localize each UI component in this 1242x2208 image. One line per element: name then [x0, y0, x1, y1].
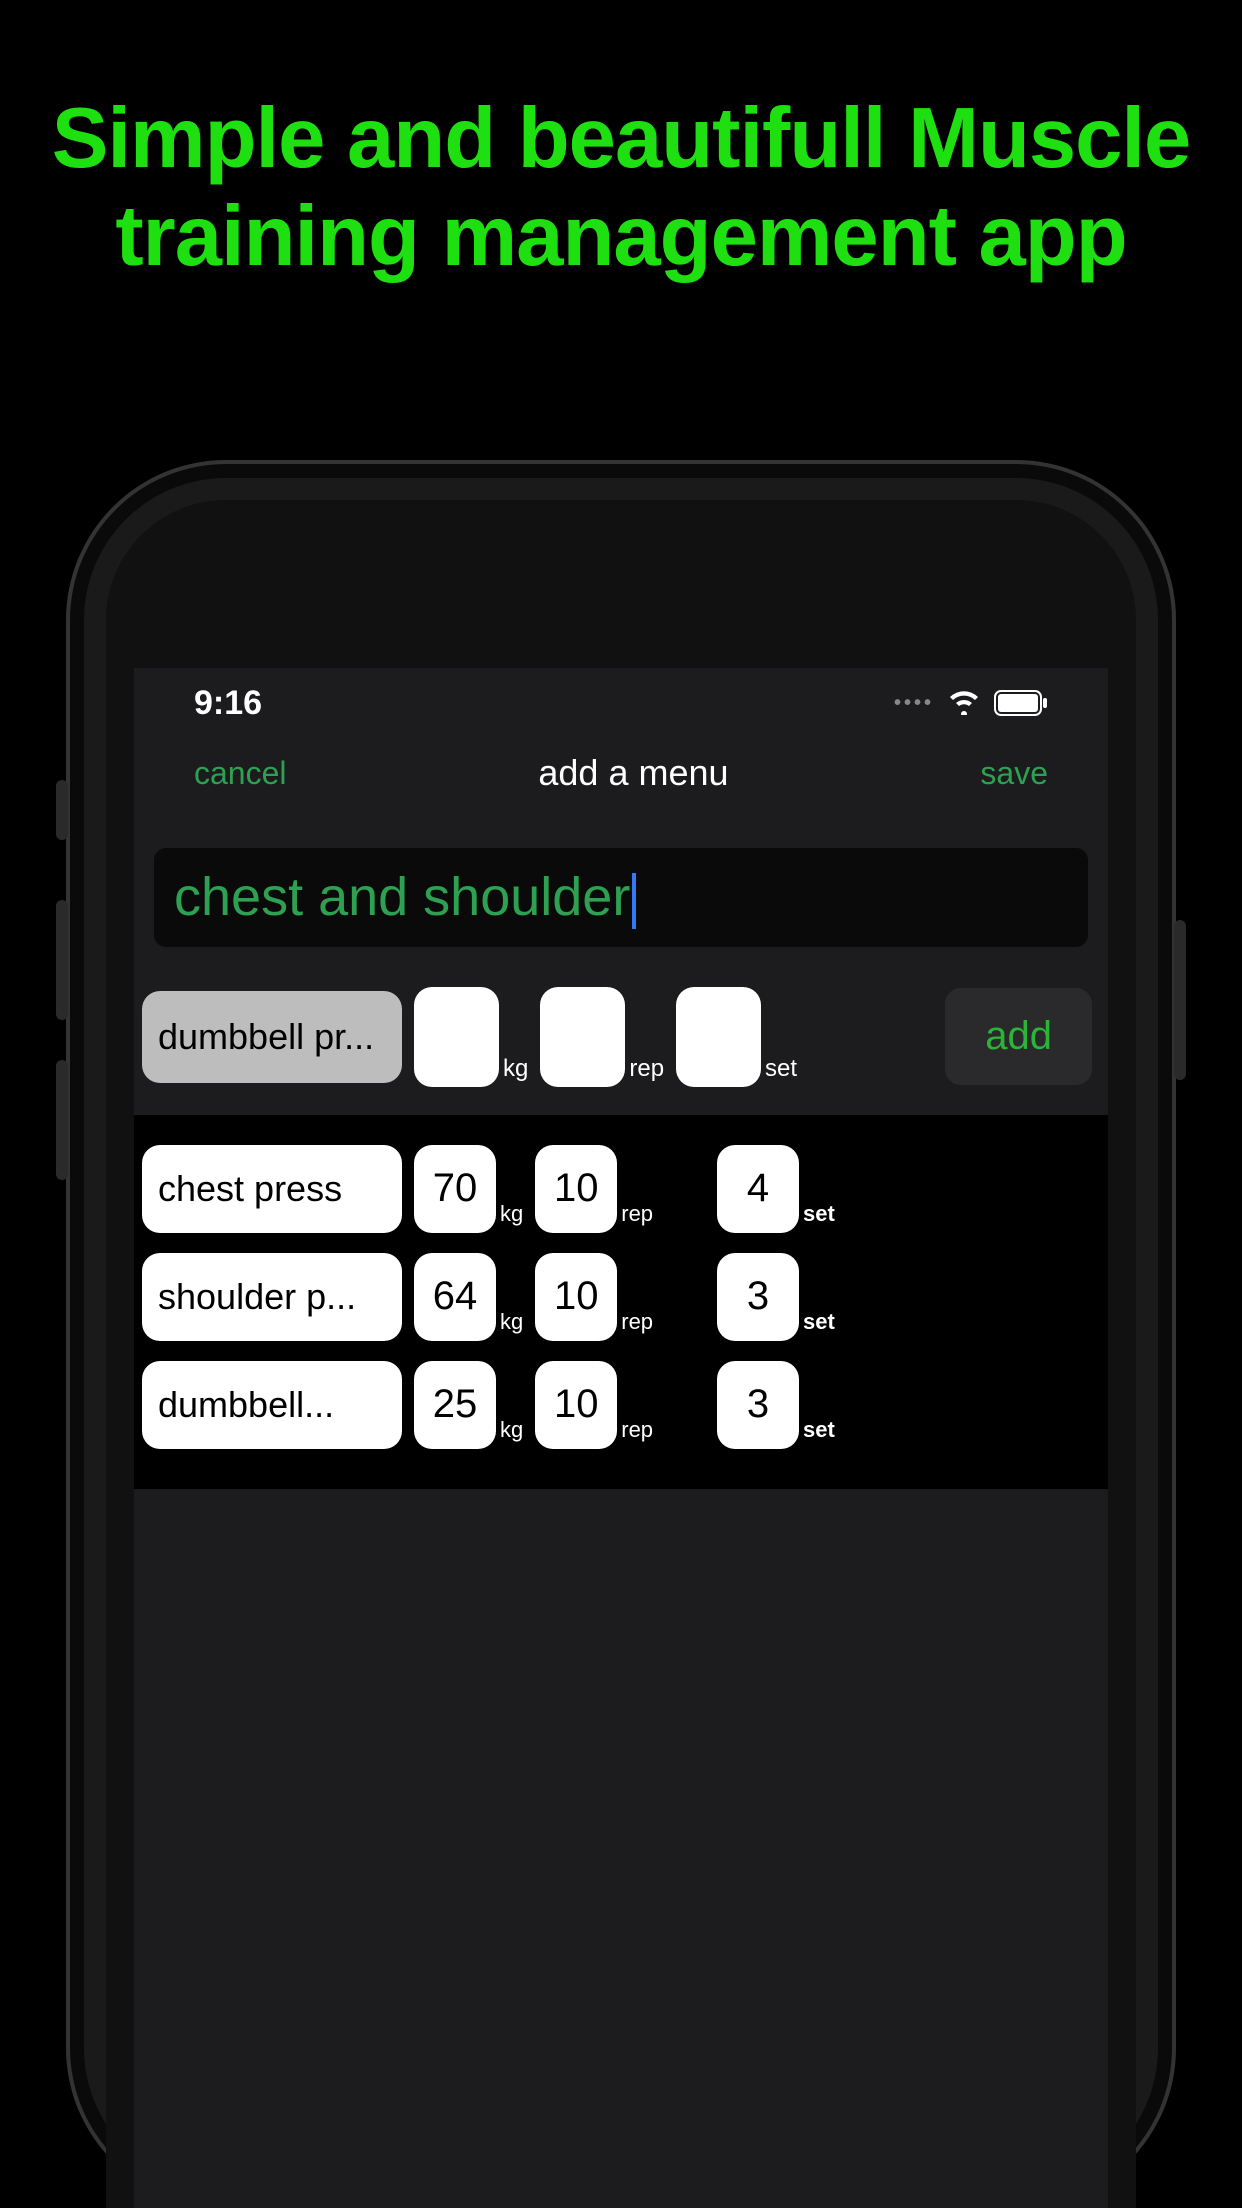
page-title: add a menu [538, 752, 728, 794]
reps-input[interactable] [540, 987, 625, 1087]
menu-name-value: chest and shoulder [174, 867, 630, 927]
exercise-weight[interactable]: 25 [414, 1361, 496, 1449]
phone-side-button [1174, 920, 1186, 1080]
rep-label: rep [621, 1309, 653, 1341]
exercise-reps[interactable]: 10 [535, 1145, 617, 1233]
cellular-icon: •••• [894, 692, 934, 715]
cancel-button[interactable]: cancel [194, 755, 287, 792]
app-screen: 9:16 •••• cancel add a menu save [134, 668, 1108, 2208]
exercise-list: chest press 70 kg 10 rep 4 set [134, 1115, 1108, 1489]
kg-label: kg [500, 1417, 523, 1449]
set-label: set [765, 1055, 797, 1087]
menu-name-input[interactable]: chest and shoulder [154, 848, 1088, 947]
empty-area [134, 1489, 1108, 2208]
add-button[interactable]: add [945, 988, 1092, 1085]
battery-icon [994, 690, 1048, 716]
wifi-icon [948, 691, 980, 715]
rep-label: rep [621, 1201, 653, 1233]
exercise-name[interactable]: chest press [142, 1145, 402, 1233]
exercise-sets[interactable]: 3 [717, 1361, 799, 1449]
exercise-row: chest press 70 kg 10 rep 4 set [142, 1135, 1100, 1243]
set-label: set [803, 1309, 835, 1341]
exercise-reps[interactable]: 10 [535, 1253, 617, 1341]
kg-label: kg [500, 1309, 523, 1341]
phone-frame: 9:16 •••• cancel add a menu save [66, 460, 1176, 2208]
exercise-sets[interactable]: 3 [717, 1253, 799, 1341]
weight-input[interactable] [414, 987, 499, 1087]
nav-header: cancel add a menu save [134, 738, 1108, 808]
sets-input[interactable] [676, 987, 761, 1087]
exercise-row: shoulder p... 64 kg 10 rep 3 set [142, 1243, 1100, 1351]
set-label: set [803, 1201, 835, 1233]
new-exercise-form: dumbbell pr... kg rep set add [134, 947, 1108, 1115]
exercise-sets[interactable]: 4 [717, 1145, 799, 1233]
exercise-name[interactable]: shoulder p... [142, 1253, 402, 1341]
rep-label: rep [629, 1055, 664, 1087]
exercise-row: dumbbell... 25 kg 10 rep 3 set [142, 1351, 1100, 1459]
status-bar: 9:16 •••• [134, 668, 1108, 738]
exercise-weight[interactable]: 70 [414, 1145, 496, 1233]
phone-side-button [56, 900, 68, 1020]
rep-label: rep [621, 1417, 653, 1449]
exercise-name[interactable]: dumbbell... [142, 1361, 402, 1449]
save-button[interactable]: save [980, 755, 1048, 792]
phone-side-button [56, 1060, 68, 1180]
exercise-reps[interactable]: 10 [535, 1361, 617, 1449]
exercise-weight[interactable]: 64 [414, 1253, 496, 1341]
kg-label: kg [500, 1201, 523, 1233]
exercise-name-input[interactable]: dumbbell pr... [142, 991, 402, 1083]
text-cursor [632, 873, 636, 929]
set-label: set [803, 1417, 835, 1449]
phone-side-button [56, 780, 68, 840]
promo-headline: Simple and beautifull Muscle training ma… [0, 90, 1242, 286]
kg-label: kg [503, 1055, 528, 1087]
status-time: 9:16 [194, 684, 262, 723]
